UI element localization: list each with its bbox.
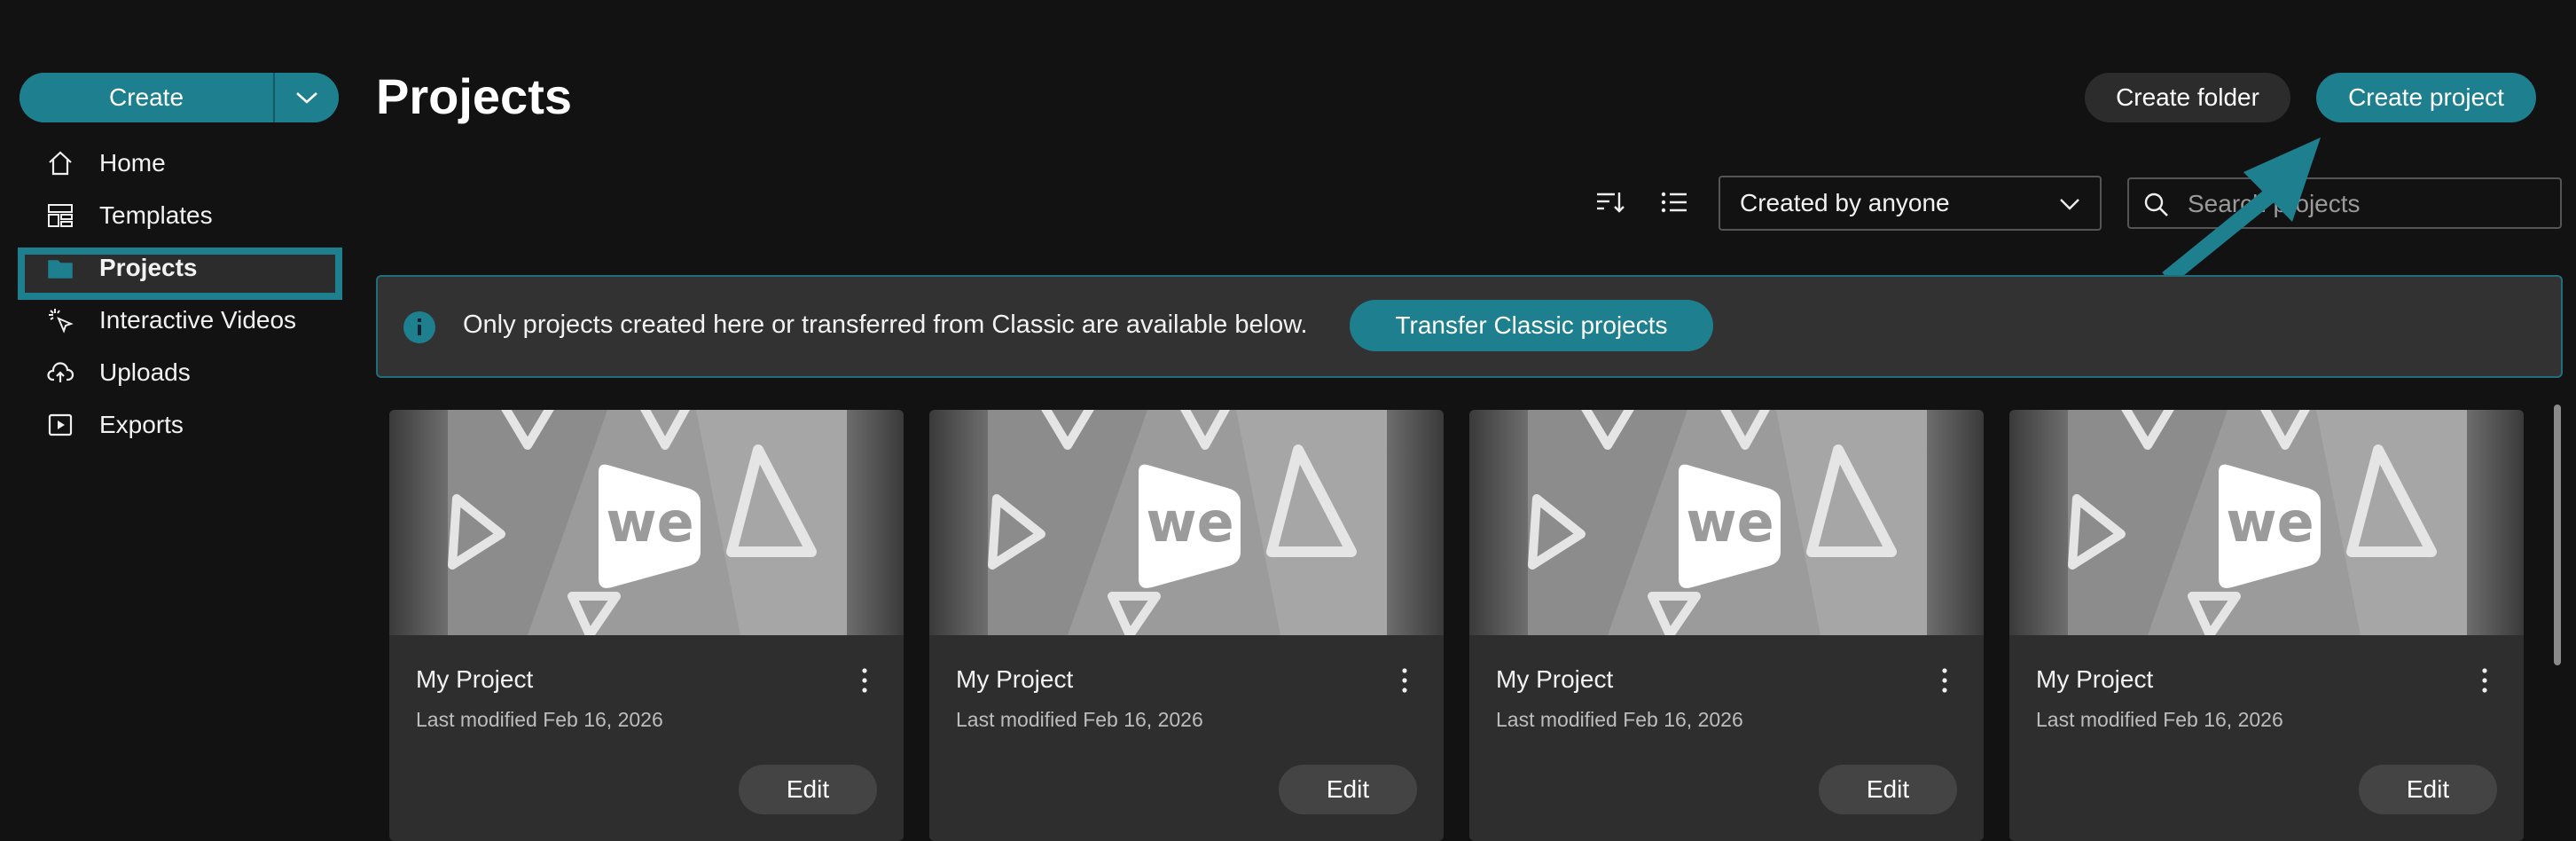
project-thumbnail: we — [929, 410, 1444, 635]
project-card[interactable]: we My Project Last modified Feb 16, 2026… — [389, 410, 904, 841]
create-dropdown-toggle[interactable] — [275, 73, 339, 122]
page-title: Projects — [376, 68, 572, 124]
thumbnail-logo-text: we — [2226, 490, 2314, 554]
info-banner: Only projects created here or transferre… — [376, 275, 2563, 378]
sidebar-item-label: Projects — [99, 253, 198, 281]
we-logo-thumbnail: we — [448, 410, 847, 635]
sidebar-item-label: Templates — [99, 200, 213, 229]
upload-cloud-icon — [44, 357, 76, 389]
thumbnail-logo-text: we — [1146, 490, 1233, 554]
project-card[interactable]: we My Project Last modified Feb 16, 2026… — [2009, 410, 2524, 841]
banner-text: Only projects created here or transferre… — [463, 310, 1308, 339]
sidebar-item-label: Uploads — [99, 358, 191, 386]
more-options-icon[interactable] — [1934, 665, 1955, 696]
more-options-icon[interactable] — [854, 665, 875, 696]
edit-button[interactable]: Edit — [2359, 765, 2497, 814]
sidebar-item-uploads[interactable]: Uploads — [0, 346, 355, 398]
project-last-modified: Last modified Feb 16, 2026 — [2036, 708, 2283, 731]
interactive-icon — [44, 304, 76, 336]
edit-button[interactable]: Edit — [1819, 765, 1957, 814]
annotation-arrow-icon — [2162, 138, 2321, 285]
create-button[interactable]: Create — [20, 73, 275, 122]
thumbnail-logo-text: we — [1686, 490, 1773, 554]
project-last-modified: Last modified Feb 16, 2026 — [416, 708, 663, 731]
edit-button[interactable]: Edit — [739, 765, 877, 814]
sidebar-item-interactive-videos[interactable]: Interactive Videos — [0, 294, 355, 346]
project-title: My Project — [956, 665, 1074, 693]
we-logo-thumbnail: we — [1528, 410, 1927, 635]
thumbnail-logo-text: we — [606, 490, 693, 554]
project-title: My Project — [2036, 665, 2154, 693]
sidebar-nav: Home Templates Projects Interactive Vide… — [0, 137, 355, 451]
project-title: My Project — [1496, 665, 1614, 693]
templates-icon — [44, 200, 76, 232]
chevron-down-icon — [296, 92, 317, 104]
create-folder-button[interactable]: Create folder — [2085, 73, 2290, 122]
project-thumbnail: we — [2009, 410, 2524, 635]
transfer-classic-button[interactable]: Transfer Classic projects — [1350, 300, 1713, 351]
sidebar-item-projects[interactable]: Projects — [0, 241, 355, 294]
chevron-down-icon — [2060, 199, 2079, 210]
create-project-button[interactable]: Create project — [2316, 73, 2536, 122]
sidebar-item-templates[interactable]: Templates — [0, 189, 355, 241]
export-play-icon — [44, 409, 76, 441]
scrollbar[interactable] — [2554, 405, 2561, 665]
list-view-icon[interactable] — [1656, 185, 1692, 220]
created-by-filter[interactable]: Created by anyone — [1719, 176, 2102, 231]
project-last-modified: Last modified Feb 16, 2026 — [956, 708, 1203, 731]
sidebar-item-exports[interactable]: Exports — [0, 398, 355, 451]
folder-icon — [44, 252, 76, 284]
project-thumbnail: we — [1469, 410, 1984, 635]
info-icon — [403, 311, 435, 343]
more-options-icon[interactable] — [1394, 665, 1415, 696]
project-card[interactable]: we My Project Last modified Feb 16, 2026… — [929, 410, 1444, 841]
we-logo-thumbnail: we — [2068, 410, 2467, 635]
sidebar-item-label: Interactive Videos — [99, 305, 297, 334]
project-last-modified: Last modified Feb 16, 2026 — [1496, 708, 1743, 731]
sort-icon[interactable] — [1593, 185, 1628, 220]
filter-value: Created by anyone — [1740, 189, 1950, 216]
more-options-icon[interactable] — [2474, 665, 2495, 696]
sidebar-item-label: Home — [99, 148, 166, 177]
project-card[interactable]: we My Project Last modified Feb 16, 2026… — [1469, 410, 1984, 841]
sidebar-item-label: Exports — [99, 410, 184, 438]
project-title: My Project — [416, 665, 534, 693]
we-logo-thumbnail: we — [988, 410, 1387, 635]
home-icon — [44, 147, 76, 179]
sidebar-item-home[interactable]: Home — [0, 137, 355, 189]
project-thumbnail: we — [389, 410, 904, 635]
edit-button[interactable]: Edit — [1279, 765, 1417, 814]
create-split-button: Create — [20, 73, 339, 122]
